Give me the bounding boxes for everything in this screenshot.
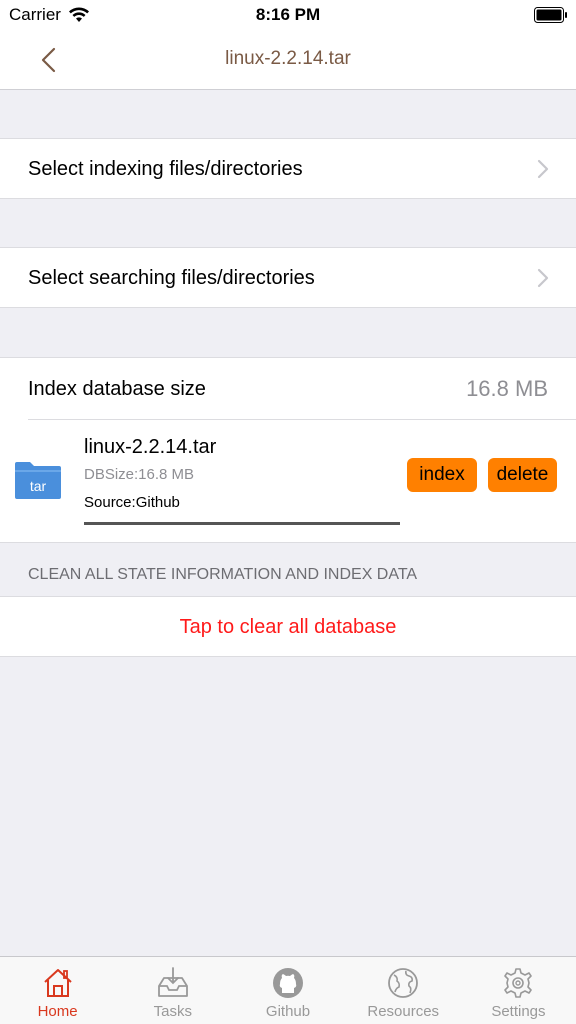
home-icon — [43, 969, 72, 997]
battery-icon — [534, 7, 567, 23]
tab-settings[interactable]: Settings — [461, 957, 576, 1024]
tab-tasks[interactable]: Tasks — [115, 957, 230, 1024]
chevron-right-icon — [537, 159, 549, 179]
clear-database-cell[interactable]: Tap to clear all database — [0, 596, 576, 657]
database-item-name: linux-2.2.14.tar — [84, 436, 217, 458]
tab-label: Tasks — [153, 1003, 192, 1020]
chevron-right-icon — [537, 268, 549, 288]
status-bar: Carrier 8:16 PM — [0, 0, 576, 30]
inbox-download-icon — [157, 967, 188, 997]
select-searching-cell[interactable]: Select searching files/directories — [0, 247, 576, 308]
clean-section-header: CLEAN ALL STATE INFORMATION AND INDEX DA… — [28, 566, 418, 583]
globe-icon — [388, 968, 419, 998]
tab-label: Github — [265, 1003, 311, 1020]
gear-icon — [504, 968, 533, 998]
database-section: Index database size 16.8 MB tar linux-2.… — [0, 357, 576, 543]
folder-type-label: tar — [29, 478, 47, 494]
tab-home[interactable]: Home — [0, 957, 115, 1024]
tab-label: Settings — [491, 1003, 546, 1020]
tab-resources[interactable]: Resources — [346, 957, 461, 1024]
delete-button[interactable]: delete — [488, 458, 557, 492]
tab-github[interactable]: Github — [230, 957, 345, 1024]
database-size-label: Index database size — [28, 378, 206, 400]
index-button[interactable]: index — [407, 458, 477, 492]
database-item[interactable]: tar linux-2.2.14.tar DBSize:16.8 MB Sour… — [0, 420, 576, 543]
database-item-source: Source:Github — [84, 494, 180, 511]
tab-label: Resources — [367, 1003, 440, 1020]
database-size-value: 16.8 MB — [466, 376, 548, 401]
clear-database-label: Tap to clear all database — [179, 616, 397, 638]
select-indexing-label: Select indexing files/directories — [28, 158, 303, 180]
github-icon — [273, 968, 303, 998]
select-indexing-cell[interactable]: Select indexing files/directories — [0, 138, 576, 199]
navigation-bar: linux-2.2.14.tar — [0, 30, 576, 90]
database-item-size: DBSize:16.8 MB — [84, 466, 195, 483]
tab-label: Home — [37, 1003, 78, 1020]
status-time: 8:16 PM — [255, 5, 321, 24]
page-title: linux-2.2.14.tar — [225, 48, 351, 69]
index-progress-bar — [84, 522, 400, 525]
database-size-row: Index database size 16.8 MB — [0, 358, 576, 419]
select-searching-label: Select searching files/directories — [28, 267, 315, 289]
tab-bar: Home Tasks Github Resources Settings — [0, 956, 576, 1024]
index-progress-fill — [84, 522, 400, 525]
